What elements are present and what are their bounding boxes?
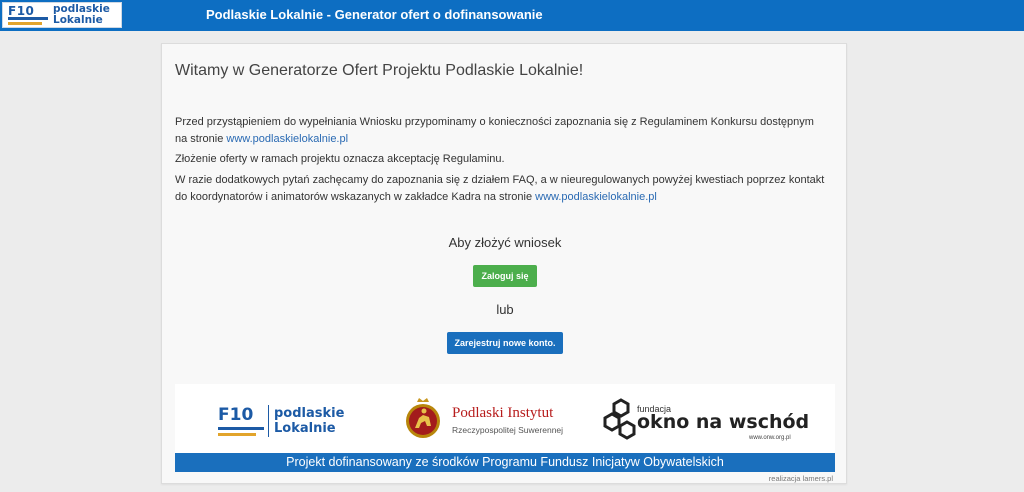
f10-logo-bar	[8, 17, 48, 20]
f10-footer-name-line1: podlaskie	[274, 406, 345, 421]
intro-paragraph: Przed przystąpieniem do wypełniania Wnio…	[175, 114, 825, 148]
institute-subtitle: Rzeczypospolitej Suwerennej	[452, 425, 564, 435]
podlaskie-lokalnie-logo[interactable]: F10 podlaskie Lokalnie	[2, 2, 122, 28]
f10-logo-mark: F10	[8, 4, 35, 18]
welcome-heading: Witamy w Generatorze Ofert Projektu Podl…	[175, 62, 584, 79]
f10-footer-bar	[218, 427, 264, 430]
f10-logo-bar-accent	[8, 22, 42, 25]
main-panel: Witamy w Generatorze Ofert Projektu Podl…	[161, 43, 847, 484]
f10-footer-bar-accent	[218, 433, 256, 436]
f10-footer-divider	[268, 405, 269, 437]
contact-link[interactable]: www.podlaskielokalnie.pl	[535, 191, 657, 203]
acceptance-paragraph: Złożenie oferty w ramach projektu oznacz…	[175, 153, 505, 165]
logo-name-line2: Lokalnie	[53, 14, 103, 26]
partner-logos: F10 podlaskie Lokalnie Podlaski Instytut…	[175, 384, 835, 454]
contact-paragraph: W razie dodatkowych pytań zachęcamy do z…	[175, 172, 825, 206]
logo-name: podlaskie Lokalnie	[53, 4, 110, 26]
f10-footer-mark: F10	[218, 405, 254, 425]
f10-footer-name: podlaskie Lokalnie	[274, 406, 344, 436]
submit-heading: Aby złożyć wniosek	[448, 235, 562, 250]
institute-name: Podlaski Instytut	[452, 405, 554, 421]
page-title: Podlaskie Lokalnie - Generator ofert o d…	[206, 7, 543, 22]
credit-text[interactable]: realizacja lamers.pl	[769, 474, 833, 483]
onw-url: www.onw.org.pl	[749, 435, 791, 441]
contact-text: W razie dodatkowych pytań zachęcamy do z…	[175, 174, 825, 203]
login-button[interactable]: Zaloguj się	[473, 265, 537, 287]
regulations-link[interactable]: www.podlaskielokalnie.pl	[226, 133, 348, 145]
f10-footer-name-line2: Lokalnie	[274, 421, 336, 436]
header-bar: F10 podlaskie Lokalnie Podlaskie Lokalni…	[0, 0, 1024, 31]
or-separator: lub	[496, 302, 514, 317]
institute-seal-icon	[406, 398, 440, 438]
onw-name: okno na wschód	[637, 411, 810, 433]
register-button[interactable]: Zarejestruj nowe konto.	[447, 332, 563, 354]
funding-banner: Projekt dofinansowany ze środków Program…	[175, 453, 835, 472]
